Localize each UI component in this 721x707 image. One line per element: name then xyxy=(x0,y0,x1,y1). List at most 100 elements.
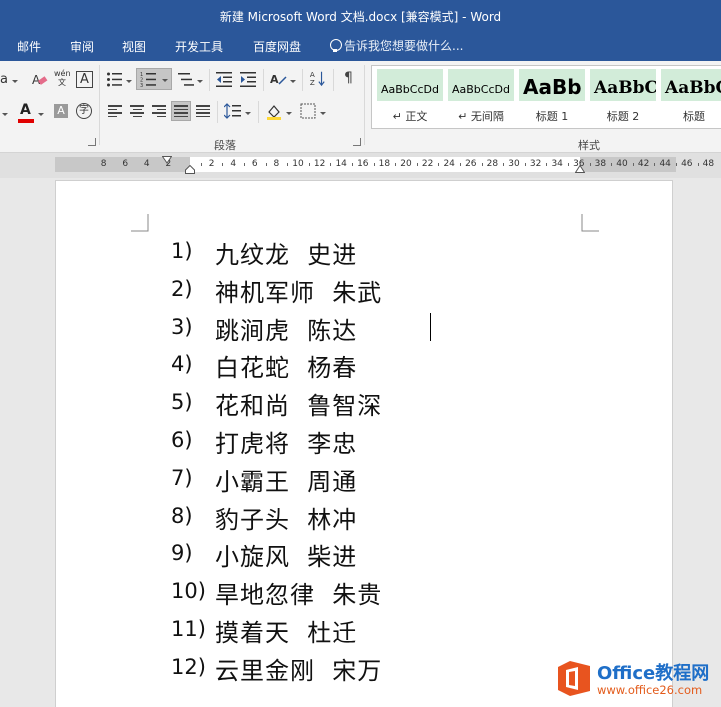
phonetic-guide-button[interactable]: wén 文 xyxy=(54,69,71,87)
ribbon-home: a A wén 文 A A A 字 1 2 3 A A Z ¶ 段落 AaBbC… xyxy=(0,61,721,153)
ruler-tick xyxy=(589,163,591,166)
tell-me-text: 告诉我您想要做什么... xyxy=(344,39,464,53)
clear-formatting-icon[interactable]: A xyxy=(32,71,49,88)
tab-review[interactable]: 审阅 xyxy=(70,38,94,55)
shading-icon[interactable] xyxy=(266,103,283,120)
align-center-icon[interactable] xyxy=(130,105,144,117)
ruler-tick xyxy=(330,163,332,166)
text-cursor xyxy=(430,313,431,341)
ruler-label: 40 xyxy=(616,159,628,169)
style-preview: AaBbC xyxy=(590,69,656,101)
ruler-tick xyxy=(460,163,461,166)
chevron-down-icon xyxy=(162,79,168,82)
ruler-tick xyxy=(265,163,267,166)
style-name: 标题 2 xyxy=(606,110,640,123)
style-name: 标题 xyxy=(683,110,705,123)
horizontal-ruler[interactable]: 8 6 4 2 2 4 6 8 10 12 14 16 18 20 22 24 26 28 30 32 34 36 38 40… xyxy=(55,156,714,174)
ruler-label: 6 xyxy=(251,159,258,169)
first-line-indent-marker[interactable] xyxy=(162,156,172,164)
multilevel-list-icon[interactable] xyxy=(178,71,195,88)
justify-icon xyxy=(174,105,188,117)
ruler-label: 8 xyxy=(100,159,107,169)
ruler-tick xyxy=(676,163,677,166)
document-page[interactable]: 1) 九纹龙 史进 2) 神机军师 朱武 3) 跳涧虎 陈达 4) 白花蛇 杨春 5) 花和尚 鲁… xyxy=(55,180,673,707)
list-number: 2) xyxy=(171,276,193,301)
numbering-icon: 1 2 3 xyxy=(140,72,156,88)
ruler-label: 2 xyxy=(208,159,215,169)
ruler-label: 28 xyxy=(486,159,499,169)
align-left-icon[interactable] xyxy=(108,105,122,117)
svg-text:A: A xyxy=(270,73,279,86)
ruler-label: 24 xyxy=(443,159,455,169)
style-heading-1[interactable]: AaBb 标题 1 xyxy=(519,69,585,125)
ruler-label: 10 xyxy=(292,159,304,169)
ruler-label: 32 xyxy=(529,159,542,169)
paragraph-dialog-launcher[interactable] xyxy=(353,138,361,146)
ruler-tick xyxy=(697,163,699,166)
list-number: 1) xyxy=(171,239,193,263)
style-preview: AaBbC xyxy=(661,69,721,101)
style-heading-2[interactable]: AaBbC 标题 2 xyxy=(590,69,656,125)
ruler-tick xyxy=(546,163,548,166)
font-dialog-launcher[interactable] xyxy=(88,138,96,146)
separator xyxy=(258,101,259,123)
tab-view[interactable]: 视图 xyxy=(122,38,146,55)
ruler-label: 38 xyxy=(594,159,607,169)
paragraph-group-label: 段落 xyxy=(214,139,236,152)
show-marks-button[interactable]: ¶ xyxy=(344,71,353,85)
ruler-tick xyxy=(438,163,440,166)
ruler-tick xyxy=(654,163,656,166)
hanging-indent-marker[interactable] xyxy=(185,165,195,174)
tab-baidu-netdisk[interactable]: 百度网盘 xyxy=(253,38,301,55)
styles-gallery: AaBbCcDd ↵ 正文 AaBbCcDd ↵ 无间隔 AaBb 标题 1 A… xyxy=(371,65,721,129)
chevron-down-icon xyxy=(286,112,292,115)
list-text: 花和尚 鲁智深 xyxy=(215,392,383,421)
justify-button[interactable] xyxy=(171,101,191,121)
margin-corner-top-right xyxy=(581,214,599,232)
ruler-label: 42 xyxy=(637,159,650,169)
style-no-spacing[interactable]: AaBbCcDd ↵ 无间隔 xyxy=(448,69,514,125)
font-size-partial[interactable]: a xyxy=(0,73,8,86)
chevron-down-icon xyxy=(2,113,8,116)
character-shading-button[interactable]: A xyxy=(54,104,68,118)
style-normal[interactable]: AaBbCcDd ↵ 正文 xyxy=(377,69,443,125)
ruler-label: 18 xyxy=(378,159,391,169)
ruler-label: 34 xyxy=(551,159,563,169)
ruler-label: 12 xyxy=(313,159,326,169)
ruler-label: 16 xyxy=(357,159,369,169)
decrease-indent-icon[interactable] xyxy=(216,71,233,88)
ruler-tick xyxy=(287,163,289,166)
chevron-down-icon xyxy=(290,80,296,83)
font-color-button[interactable]: A xyxy=(20,103,31,117)
list-number: 11) xyxy=(171,616,206,641)
line-spacing-icon[interactable] xyxy=(224,103,241,120)
tell-me-box[interactable]: 告诉我您想要做什么... xyxy=(330,37,463,54)
tab-mailings[interactable]: 邮件 xyxy=(17,38,41,55)
list-text: 跳涧虎 陈达 xyxy=(215,316,358,345)
borders-icon[interactable] xyxy=(300,103,317,120)
numbering-button[interactable]: 1 2 3 xyxy=(136,68,172,90)
list-text: 白花蛇 杨春 xyxy=(215,354,358,383)
right-indent-marker[interactable] xyxy=(575,165,585,173)
text-direction-icon[interactable]: A xyxy=(270,71,287,88)
svg-text:Z: Z xyxy=(310,78,315,87)
tab-developer[interactable]: 开发工具 xyxy=(175,38,223,55)
ruler-tick xyxy=(200,163,202,166)
office-logo-icon xyxy=(558,661,590,696)
ruler-tick xyxy=(244,163,245,166)
enclosed-character-button[interactable]: 字 xyxy=(76,103,92,119)
list-text: 豹子头 林冲 xyxy=(215,505,358,534)
style-title[interactable]: AaBbC 标题 xyxy=(661,69,721,125)
distributed-align-icon[interactable] xyxy=(196,105,210,117)
margin-corner-top-left xyxy=(131,214,149,232)
align-right-icon[interactable] xyxy=(152,105,166,117)
character-border-button[interactable]: A xyxy=(76,71,93,88)
ruler-label: 30 xyxy=(508,159,520,169)
increase-indent-icon[interactable] xyxy=(240,71,257,88)
ruler-label: 14 xyxy=(335,159,347,169)
watermark: Office教程网 www.office26.com xyxy=(557,657,717,701)
ruler-tick xyxy=(503,163,505,166)
bullets-icon[interactable] xyxy=(106,71,123,88)
font-color-swatch xyxy=(18,119,34,123)
sort-icon[interactable]: AZ xyxy=(309,70,326,87)
